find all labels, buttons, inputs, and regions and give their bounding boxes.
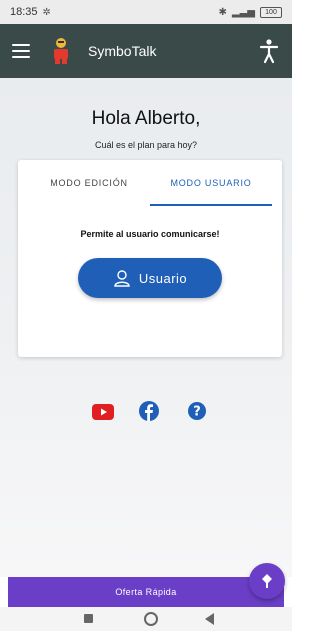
mode-tabs: MODO EDICIÓN MODO USUARIO	[18, 160, 282, 206]
home-button[interactable]	[144, 612, 158, 626]
bluetooth-icon: ✱	[218, 6, 227, 18]
main-content: Hola Alberto, Cuál es el plan para hoy? …	[0, 78, 292, 577]
help-icon[interactable]: ?	[188, 402, 206, 420]
mode-card: MODO EDICIÓN MODO USUARIO Permite al usu…	[18, 160, 282, 357]
user-icon	[114, 270, 130, 287]
quick-offer-fab[interactable]	[249, 563, 285, 599]
tab-modo-edicion[interactable]: MODO EDICIÓN	[28, 160, 150, 206]
recent-apps-button[interactable]	[84, 614, 93, 623]
svg-text:?: ?	[193, 405, 201, 420]
app-title: SymboTalk	[88, 43, 157, 59]
quick-offer-bar[interactable]: Oferta Rápida	[8, 577, 284, 607]
usuario-button-label: Usuario	[138, 270, 188, 286]
gift-icon	[262, 574, 272, 588]
avatar[interactable]	[48, 36, 74, 66]
accessibility-icon[interactable]	[258, 38, 280, 64]
back-button[interactable]	[205, 613, 214, 625]
youtube-icon[interactable]	[92, 404, 114, 420]
hamburger-menu-icon[interactable]	[12, 44, 30, 58]
signal-icon: ▂▃▅	[231, 6, 255, 18]
battery-icon: 100	[260, 6, 282, 18]
system-nav-bar	[0, 607, 292, 631]
usuario-button[interactable]: Usuario	[78, 258, 222, 298]
tab-modo-usuario[interactable]: MODO USUARIO	[150, 160, 272, 206]
social-links: ?	[0, 401, 292, 423]
facebook-icon[interactable]	[139, 401, 159, 421]
status-time: 18:35	[10, 6, 38, 18]
greeting-title: Hola Alberto,	[91, 108, 201, 129]
mode-description: Permite al usuario comunicarse!	[80, 229, 220, 239]
tab-selected-indicator	[150, 204, 272, 206]
settings-status-icon: ✲	[42, 6, 51, 18]
status-bar: 18:35 ✲ ✱ ▂▃▅ 100	[0, 0, 292, 24]
app-bar: SymboTalk	[0, 24, 292, 78]
greeting-subtitle: Cuál es el plan para hoy?	[94, 140, 198, 150]
